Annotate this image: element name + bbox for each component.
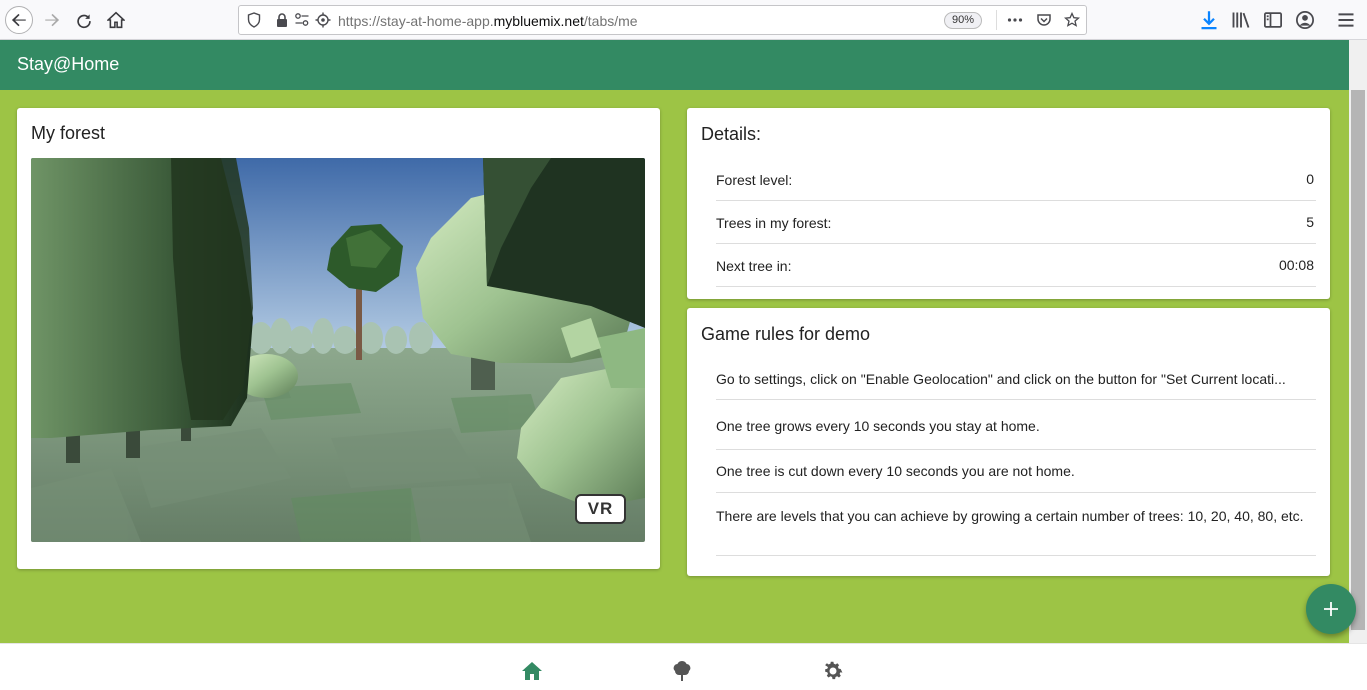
rule-item: There are levels that you can achieve by…	[716, 493, 1316, 556]
bookmark-star-icon[interactable]	[1064, 12, 1080, 28]
url-prefix: https://stay-at-home-app.	[338, 13, 494, 29]
forest-card: My forest VR	[17, 108, 660, 569]
lock-icon[interactable]	[274, 12, 290, 28]
details-value: 5	[1306, 214, 1314, 230]
library-icon[interactable]	[1231, 10, 1251, 30]
forest-title: My forest	[31, 123, 106, 143]
url-domain: mybluemix.net	[493, 13, 584, 29]
rule-text: There are levels that you can achieve by…	[716, 508, 1304, 524]
details-label: Next tree in:	[716, 258, 792, 274]
browser-toolbar: https://stay-at-home-app.mybluemix.net/t…	[0, 0, 1367, 40]
forest-scene-graphic	[31, 158, 645, 542]
rule-text: One tree is cut down every 10 seconds yo…	[716, 463, 1075, 479]
forest-3d-scene[interactable]: VR	[31, 158, 645, 542]
rule-text: Go to settings, click on "Enable Geoloca…	[716, 371, 1286, 387]
details-label: Forest level:	[716, 172, 793, 188]
app-header: Stay@Home	[0, 40, 1349, 90]
url-text[interactable]: https://stay-at-home-app.mybluemix.net/t…	[338, 13, 638, 29]
add-fab-button[interactable]	[1306, 584, 1356, 634]
details-value: 0	[1306, 171, 1314, 187]
details-row-trees: Trees in my forest: 5	[716, 201, 1316, 244]
rules-card: Game rules for demo Go to settings, clic…	[687, 308, 1330, 576]
bottom-tab-bar	[0, 643, 1367, 690]
scrollbar-thumb[interactable]	[1351, 90, 1365, 630]
account-icon[interactable]	[1295, 10, 1315, 30]
rule-item: Go to settings, click on "Enable Geoloca…	[716, 362, 1316, 400]
tree-icon[interactable]	[670, 659, 694, 683]
home-icon[interactable]	[520, 659, 544, 683]
address-bar[interactable]: https://stay-at-home-app.mybluemix.net/t…	[238, 5, 1087, 35]
arrow-left-icon	[11, 13, 26, 27]
rule-item: One tree grows every 10 seconds you stay…	[716, 400, 1316, 450]
app-title: Stay@Home	[17, 54, 120, 74]
reload-icon	[77, 14, 91, 29]
details-title: Details:	[701, 124, 762, 144]
reload-button[interactable]	[70, 6, 98, 34]
zoom-indicator[interactable]: 90%	[944, 12, 983, 29]
details-row-forest-level: Forest level: 0	[716, 162, 1316, 201]
shield-icon[interactable]	[246, 12, 262, 28]
download-icon[interactable]	[1199, 10, 1219, 30]
divider	[996, 10, 997, 30]
details-row-next-tree: Next tree in: 00:08	[716, 244, 1316, 287]
settings-gear-icon[interactable]	[821, 659, 845, 683]
rules-title: Game rules for demo	[701, 324, 871, 344]
location-icon[interactable]	[315, 12, 331, 28]
home-icon	[107, 11, 125, 29]
plus-icon	[1324, 602, 1338, 616]
details-card: Details: Forest level: 0 Trees in my for…	[687, 108, 1330, 299]
arrow-right-icon	[45, 13, 60, 27]
url-path: /tabs/me	[583, 13, 638, 29]
permissions-icon[interactable]	[294, 12, 310, 28]
rule-item: One tree is cut down every 10 seconds yo…	[716, 450, 1316, 493]
details-value: 00:08	[1278, 257, 1314, 273]
more-actions-icon[interactable]	[1007, 12, 1023, 28]
main-content: My forest VR Details: Forest level: 0 Tr…	[0, 90, 1349, 643]
menu-icon[interactable]	[1336, 10, 1356, 30]
pocket-icon[interactable]	[1036, 12, 1052, 28]
sidebar-icon[interactable]	[1263, 10, 1283, 30]
back-button[interactable]	[5, 6, 33, 34]
details-label: Trees in my forest:	[716, 215, 832, 231]
forward-button[interactable]	[38, 6, 66, 34]
vr-button[interactable]: VR	[575, 494, 626, 524]
rule-text: One tree grows every 10 seconds you stay…	[716, 418, 1040, 434]
home-button[interactable]	[102, 6, 130, 34]
